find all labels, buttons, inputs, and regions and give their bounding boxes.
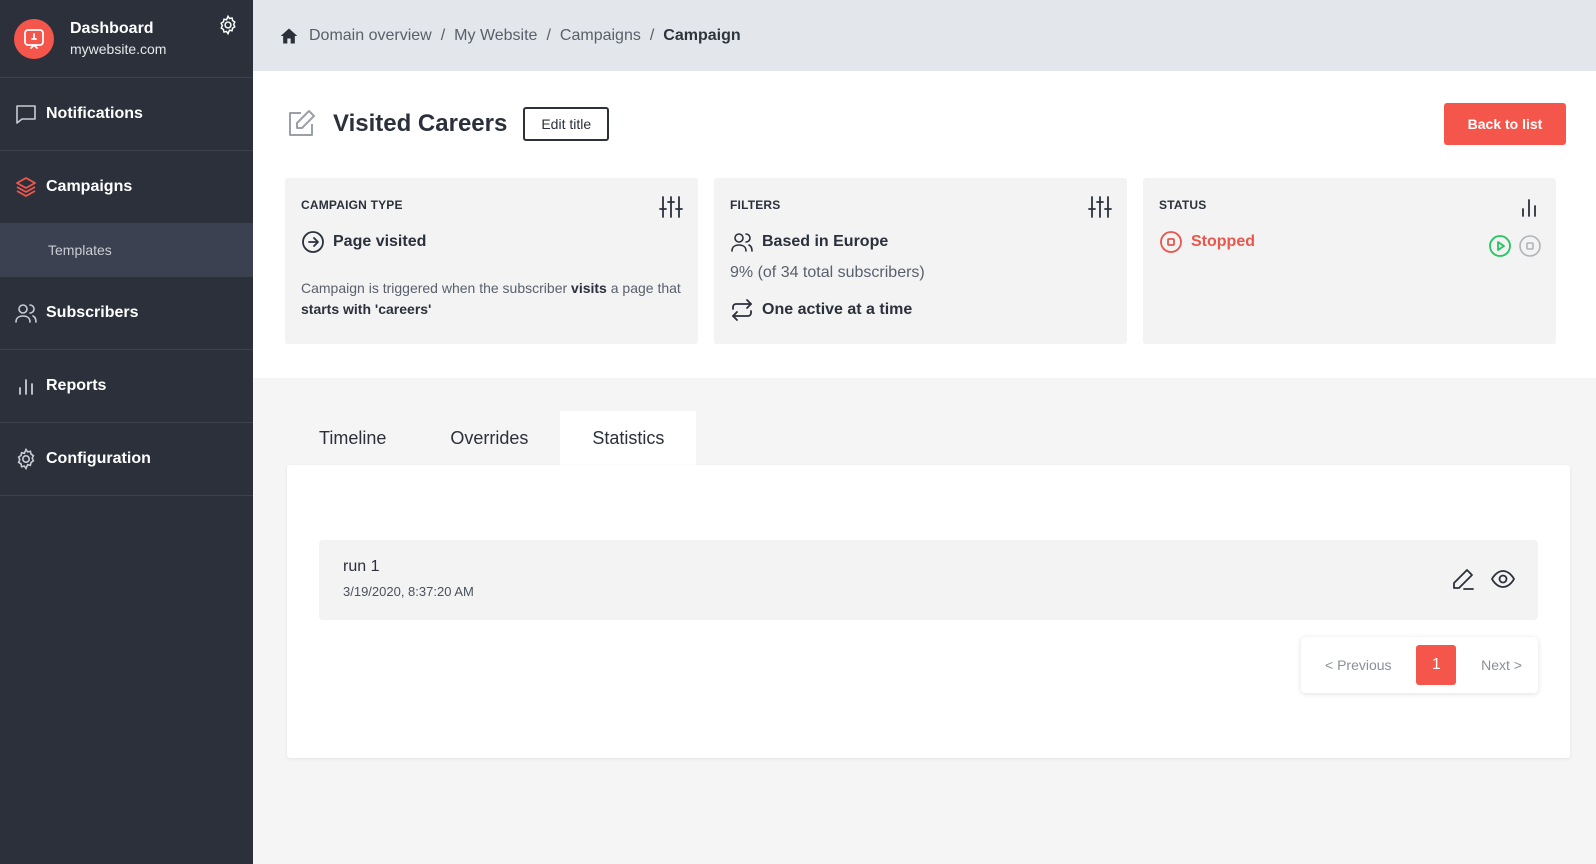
page-title: Visited Careers: [333, 110, 508, 137]
campaign-type-description: Campaign is triggered when the subscribe…: [301, 278, 682, 320]
tab-bar: Timeline Overrides Statistics: [287, 411, 697, 465]
description-text: Campaign is triggered when the subscribe…: [301, 280, 568, 296]
bar-chart-icon[interactable]: [1516, 194, 1542, 220]
title-row: Visited Careers Edit title: [285, 107, 610, 141]
pagination: < Previous 1 Next >: [1301, 637, 1538, 693]
pencil-icon[interactable]: [1450, 566, 1476, 592]
breadcrumb-my-website[interactable]: My Website: [454, 27, 537, 45]
breadcrumb-current: Campaign: [663, 26, 741, 44]
filter-value: Based in Europe: [762, 233, 889, 250]
description-bold: visits: [571, 280, 607, 296]
card-label: FILTERS: [730, 198, 781, 212]
eye-icon[interactable]: [1490, 566, 1516, 592]
breadcrumb-domain-overview[interactable]: Domain overview: [309, 27, 432, 45]
gear-icon: [17, 447, 35, 471]
sidebar-item-label: Reports: [46, 377, 107, 394]
stop-circle-icon: [1160, 231, 1182, 253]
tab-statistics[interactable]: Statistics: [560, 411, 697, 465]
play-circle-icon[interactable]: [1488, 234, 1512, 258]
sidebar-item-subscribers[interactable]: Subscribers: [0, 277, 253, 350]
filters-card: FILTERS Based in Europe 9% (of 34 total …: [714, 178, 1127, 344]
repeat-icon: [732, 299, 752, 321]
frequency-row: One active at a time: [730, 298, 1111, 322]
sidebar-item-campaigns[interactable]: Campaigns: [0, 151, 253, 224]
breadcrumb-separator: /: [649, 26, 655, 44]
filter-row: Based in Europe: [730, 230, 1111, 254]
edit-square-icon: [289, 110, 315, 136]
info-cards: CAMPAIGN TYPE Page visited Campaign is t…: [285, 178, 1556, 344]
previous-page-button[interactable]: < Previous: [1325, 657, 1392, 673]
arrow-right-circle-icon: [302, 231, 324, 253]
sidebar-item-templates[interactable]: Templates: [0, 224, 253, 277]
breadcrumb-separator: /: [546, 26, 551, 44]
sidebar-item-label: Notifications: [46, 105, 143, 122]
layers-icon: [16, 177, 36, 197]
description-text: a page that: [610, 280, 681, 296]
chat-bubble-icon: [16, 105, 36, 124]
users-icon: [15, 304, 37, 323]
brand-title: Dashboard: [70, 19, 154, 37]
breadcrumb-separator: /: [440, 26, 446, 44]
sliders-icon[interactable]: [1087, 194, 1113, 220]
brand-text: Dashboard mywebsite.com: [70, 19, 166, 59]
bar-chart-icon: [19, 379, 33, 395]
settings-gear-icon[interactable]: [217, 14, 239, 36]
status-controls: [1488, 234, 1542, 258]
next-page-button[interactable]: Next >: [1481, 657, 1522, 673]
sliders-icon[interactable]: [658, 194, 684, 220]
status-value: Stopped: [1191, 233, 1255, 250]
edit-title-button[interactable]: Edit title: [523, 107, 610, 141]
breadcrumb-campaigns[interactable]: Campaigns: [560, 27, 641, 45]
card-label: STATUS: [1159, 198, 1207, 212]
users-icon: [731, 233, 753, 252]
status-row: Stopped: [1159, 230, 1540, 254]
status-card: STATUS Stopped: [1143, 178, 1556, 344]
frequency-value: One active at a time: [762, 301, 913, 318]
tab-timeline[interactable]: Timeline: [287, 411, 418, 465]
run-name: run 1: [343, 558, 380, 575]
run-actions: [1450, 566, 1516, 592]
list-item[interactable]: run 1 3/19/2020, 8:37:20 AM: [319, 540, 1538, 620]
campaign-type-card: CAMPAIGN TYPE Page visited Campaign is t…: [285, 178, 698, 344]
sidebar-item-label: Campaigns: [46, 178, 133, 195]
campaign-type-value: Page visited: [333, 233, 427, 250]
top-bar: Domain overview / My Website / Campaigns…: [253, 0, 1596, 71]
brand-header: Dashboard mywebsite.com: [0, 0, 253, 78]
sidebar-item-notifications[interactable]: Notifications: [0, 78, 253, 151]
card-label: CAMPAIGN TYPE: [301, 198, 403, 212]
campaign-type-row: Page visited: [301, 230, 682, 254]
brand-subtitle: mywebsite.com: [70, 40, 167, 57]
page-number-button[interactable]: 1: [1416, 645, 1457, 685]
stop-circle-icon[interactable]: [1518, 234, 1542, 258]
home-icon[interactable]: [279, 26, 299, 46]
breadcrumb: Domain overview / My Website / Campaigns…: [279, 26, 741, 46]
sidebar-item-label: Templates: [48, 242, 112, 258]
statistics-panel: run 1 3/19/2020, 8:37:20 AM < Previous 1…: [287, 465, 1570, 758]
back-to-list-button[interactable]: Back to list: [1444, 103, 1566, 145]
sidebar-item-reports[interactable]: Reports: [0, 350, 253, 423]
tab-overrides[interactable]: Overrides: [418, 411, 560, 465]
sidebar-item-label: Subscribers: [46, 304, 139, 321]
bell-logo-icon: [24, 28, 44, 49]
campaign-header: Visited Careers Edit title Back to list …: [253, 71, 1596, 378]
sidebar-item-label: Configuration: [46, 450, 151, 467]
subscriber-percentage: 9% (of 34 total subscribers): [730, 264, 925, 281]
run-date: 3/19/2020, 8:37:20 AM: [343, 584, 474, 599]
sidebar-item-configuration[interactable]: Configuration: [0, 423, 253, 496]
brand-logo: [14, 18, 54, 59]
description-bold: starts with 'careers': [301, 301, 432, 317]
sidebar: Dashboard mywebsite.com Notifications Ca…: [0, 0, 253, 864]
